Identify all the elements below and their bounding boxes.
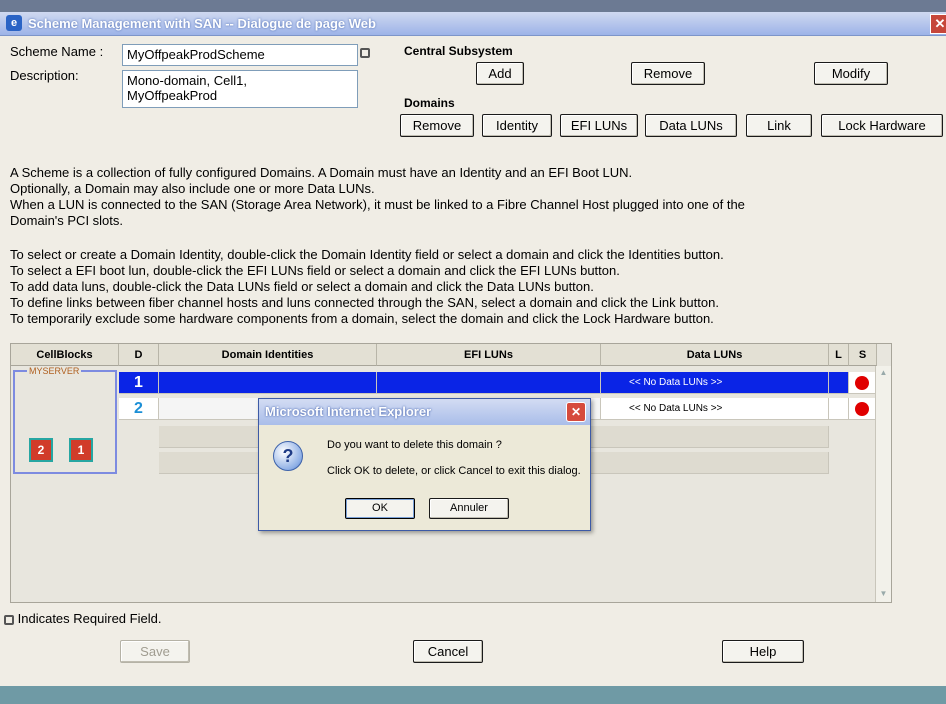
dialog-title: Microsoft Internet Explorer [265,404,432,419]
domains-label: Domains [404,96,455,110]
ie-icon: e [6,15,22,31]
data-luns-cell[interactable]: << No Data LUNs >> [601,398,829,420]
question-icon: ? [273,441,303,471]
scheme-name-input[interactable]: MyOffpeakProdScheme [122,44,358,66]
remove-subsystem-button[interactable]: Remove [631,62,705,85]
horizontal-scrollbar[interactable] [0,686,946,704]
link-button[interactable]: Link [746,114,812,137]
data-luns-cell[interactable]: << No Data LUNs >> [601,372,829,394]
window-title: Scheme Management with SAN -- Dialogue d… [28,16,376,31]
lock-hardware-button[interactable]: Lock Hardware [821,114,943,137]
domain-identity-cell[interactable] [159,372,377,394]
scheme-name-label: Scheme Name : [10,44,104,59]
modify-subsystem-button[interactable]: Modify [814,62,888,85]
required-note: Indicates Required Field. [4,611,161,626]
dialog-question: Do you want to delete this domain ? [327,439,502,451]
lock-cell[interactable] [829,372,849,394]
data-luns-button[interactable]: Data LUNs [645,114,737,137]
scroll-up-icon[interactable]: ▲ [878,368,889,379]
col-domain-identities: Domain Identities [159,344,377,366]
status-cell [849,398,877,420]
help-button[interactable]: Help [722,640,804,663]
scheme-description-text: A Scheme is a collection of fully config… [10,165,745,228]
required-field-icon [4,614,14,625]
dialog-hint: Click OK to delete, or click Cancel to e… [327,465,581,477]
description-textarea[interactable]: Mono-domain, Cell1, MyOffpeakProd [122,70,358,108]
server-label: MYSERVER [27,366,82,376]
server-cellblock-panel[interactable]: MYSERVER 2 1 [13,366,117,474]
add-subsystem-button[interactable]: Add [476,62,524,85]
domain-number[interactable]: 2 [119,398,159,420]
col-cellblocks: CellBlocks [11,344,119,366]
ok-button[interactable]: OK [345,498,415,519]
col-l: L [829,344,849,366]
lock-cell[interactable] [829,398,849,420]
dialog-titlebar: Microsoft Internet Explorer ✕ [259,399,590,425]
central-subsystem-label: Central Subsystem [404,44,513,58]
col-s: S [849,344,877,366]
status-red-icon [855,402,869,416]
domain-number[interactable]: 1 [119,372,159,394]
identity-button[interactable]: Identity [482,114,552,137]
window-close-button[interactable]: ✕ [930,14,946,34]
cancel-button[interactable]: Cancel [413,640,483,663]
description-label: Description: [10,68,79,83]
status-cell [849,372,877,394]
efi-lun-cell[interactable] [377,372,601,394]
cellblock-icon[interactable]: 2 [29,438,53,462]
col-efi-luns: EFI LUNs [377,344,601,366]
save-button[interactable]: Save [120,640,190,663]
col-d: D [119,344,159,366]
instructions-text: To select or create a Domain Identity, d… [10,247,724,326]
required-field-icon [360,45,370,59]
cellblock-icon[interactable]: 1 [69,438,93,462]
status-red-icon [855,376,869,390]
col-data-luns: Data LUNs [601,344,829,366]
table-scrollbar[interactable]: ▲ ▼ [875,366,891,602]
remove-domain-button[interactable]: Remove [400,114,474,137]
required-note-text: Indicates Required Field. [17,611,162,626]
annuler-button[interactable]: Annuler [429,498,509,519]
background-strip [0,0,946,12]
confirm-delete-dialog: Microsoft Internet Explorer ✕ ? Do you w… [258,398,591,531]
window-titlebar: e Scheme Management with SAN -- Dialogue… [0,12,946,36]
dialog-close-button[interactable]: ✕ [566,402,586,422]
scroll-down-icon[interactable]: ▼ [878,589,889,600]
efi-luns-button[interactable]: EFI LUNs [560,114,638,137]
